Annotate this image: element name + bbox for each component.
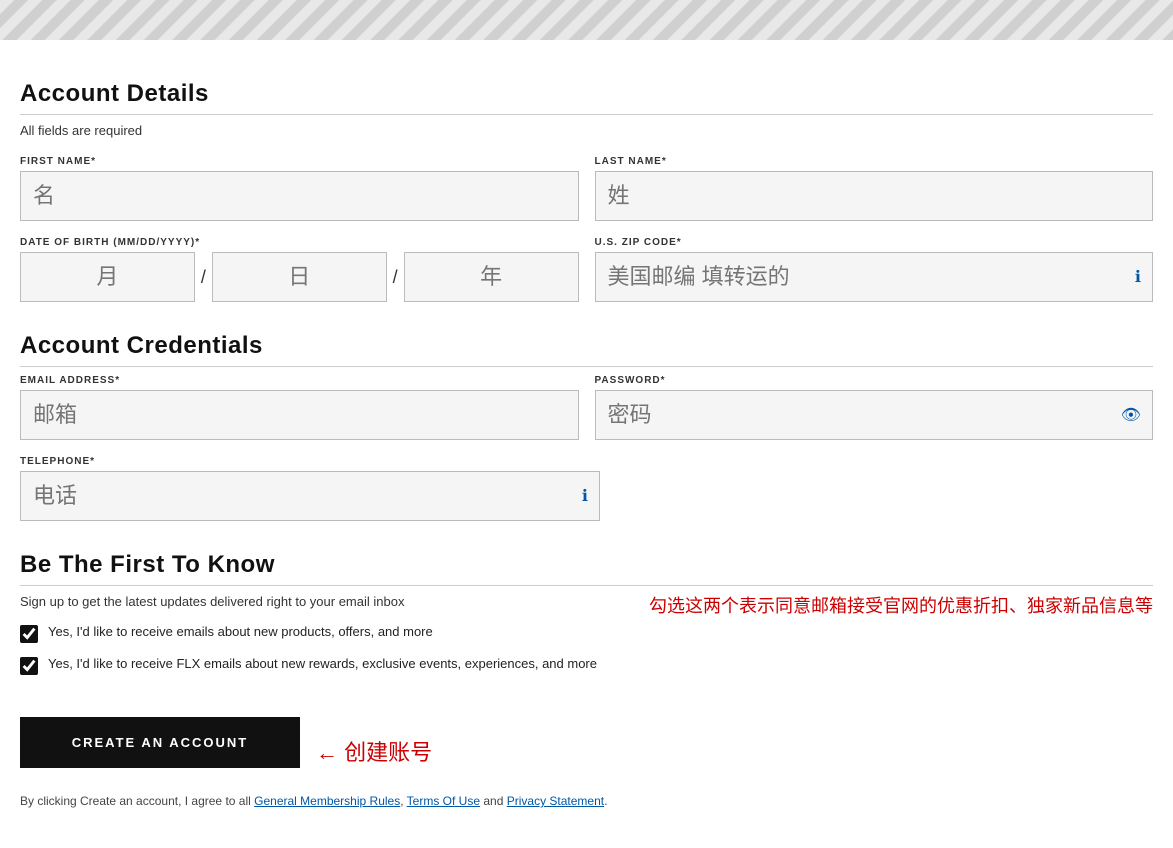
zip-input[interactable] [595,252,1154,302]
telephone-label: TELEPHONE* [20,456,600,467]
btn-row: CREATE AN ACCOUNT ← 创建账号 [20,717,1153,784]
terms-link-membership[interactable]: General Membership Rules [254,794,400,808]
account-details-title: Account Details [20,80,1153,108]
dob-container: / / [20,252,579,302]
password-label: PASSWORD* [595,375,1154,386]
page-wrapper: Account Details All fields are required … [0,60,1173,848]
checkbox-emails[interactable] [20,625,38,643]
telephone-row: TELEPHONE* ℹ [20,456,1153,521]
checkbox-row-2: Yes, I'd like to receive FLX emails abou… [20,655,629,675]
terms-sep1: , [400,794,403,808]
dob-separator-1: / [195,267,212,288]
section-divider-1 [20,114,1153,115]
password-input-wrapper: 👁 [595,390,1154,440]
telephone-help-icon[interactable]: ℹ [582,486,588,506]
email-password-row: EMAIL ADDRESS* PASSWORD* 👁 [20,375,1153,440]
section-divider-3 [20,585,1153,586]
password-input[interactable] [595,390,1154,440]
terms-link-terms[interactable]: Terms Of Use [407,794,480,808]
be-first-title: Be The First To Know [20,551,1153,579]
dob-year-input[interactable] [404,252,579,302]
first-name-label: FIRST NAME* [20,156,579,167]
zip-help-icon[interactable]: ℹ [1135,267,1141,287]
first-name-input[interactable] [20,171,579,221]
create-account-section: CREATE AN ACCOUNT ← 创建账号 By clicking Cre… [20,717,1153,808]
account-details-section: Account Details All fields are required … [20,80,1153,302]
telephone-group: TELEPHONE* ℹ [20,456,600,521]
last-name-label: LAST NAME* [595,156,1154,167]
dob-day-input[interactable] [212,252,387,302]
account-details-subtitle: All fields are required [20,123,1153,138]
account-credentials-section: Account Credentials EMAIL ADDRESS* PASSW… [20,332,1153,521]
terms-connector: and [483,794,503,808]
checkbox-row-1: Yes, I'd like to receive emails about ne… [20,623,629,643]
terms-text: By clicking Create an account, I agree t… [20,794,1153,808]
checkbox-flx[interactable] [20,657,38,675]
zip-input-wrapper: ℹ [595,252,1154,302]
top-banner [0,0,1173,40]
be-first-annotation: 勾选这两个表示同意邮箱接受官网的优惠折扣、独家新品信息等 [649,594,1153,619]
first-name-group: FIRST NAME* [20,156,579,221]
dob-zip-row: DATE OF BIRTH (MM/DD/YYYY)* / / U.S. ZIP… [20,237,1153,302]
password-group: PASSWORD* 👁 [595,375,1154,440]
checkbox-emails-label: Yes, I'd like to receive emails about ne… [48,623,433,641]
email-input[interactable] [20,390,579,440]
zip-group: U.S. ZIP CODE* ℹ [595,237,1154,302]
dob-group: DATE OF BIRTH (MM/DD/YYYY)* / / [20,237,579,302]
terms-suffix: . [604,794,607,808]
telephone-input-wrapper: ℹ [20,471,600,521]
create-account-button[interactable]: CREATE AN ACCOUNT [20,717,300,768]
account-credentials-title: Account Credentials [20,332,1153,360]
telephone-input[interactable] [20,471,600,521]
arrow-annotation: ← 创建账号 [316,735,432,767]
email-label: EMAIL ADDRESS* [20,375,579,386]
email-group: EMAIL ADDRESS* [20,375,579,440]
be-first-left: Sign up to get the latest updates delive… [20,594,629,687]
last-name-input[interactable] [595,171,1154,221]
checkbox-flx-label: Yes, I'd like to receive FLX emails abou… [48,655,597,673]
password-show-icon[interactable]: 👁 [1121,405,1141,425]
dob-separator-2: / [387,267,404,288]
dob-label: DATE OF BIRTH (MM/DD/YYYY)* [20,237,579,248]
zip-label: U.S. ZIP CODE* [595,237,1154,248]
be-first-content: Sign up to get the latest updates delive… [20,594,1153,687]
terms-link-privacy[interactable]: Privacy Statement [507,794,604,808]
be-first-section: Be The First To Know Sign up to get the … [20,551,1153,687]
section-divider-2 [20,366,1153,367]
be-first-subtitle: Sign up to get the latest updates delive… [20,594,629,609]
name-row: FIRST NAME* LAST NAME* [20,156,1153,221]
terms-prefix: By clicking Create an account, I agree t… [20,794,251,808]
dob-month-input[interactable] [20,252,195,302]
last-name-group: LAST NAME* [595,156,1154,221]
